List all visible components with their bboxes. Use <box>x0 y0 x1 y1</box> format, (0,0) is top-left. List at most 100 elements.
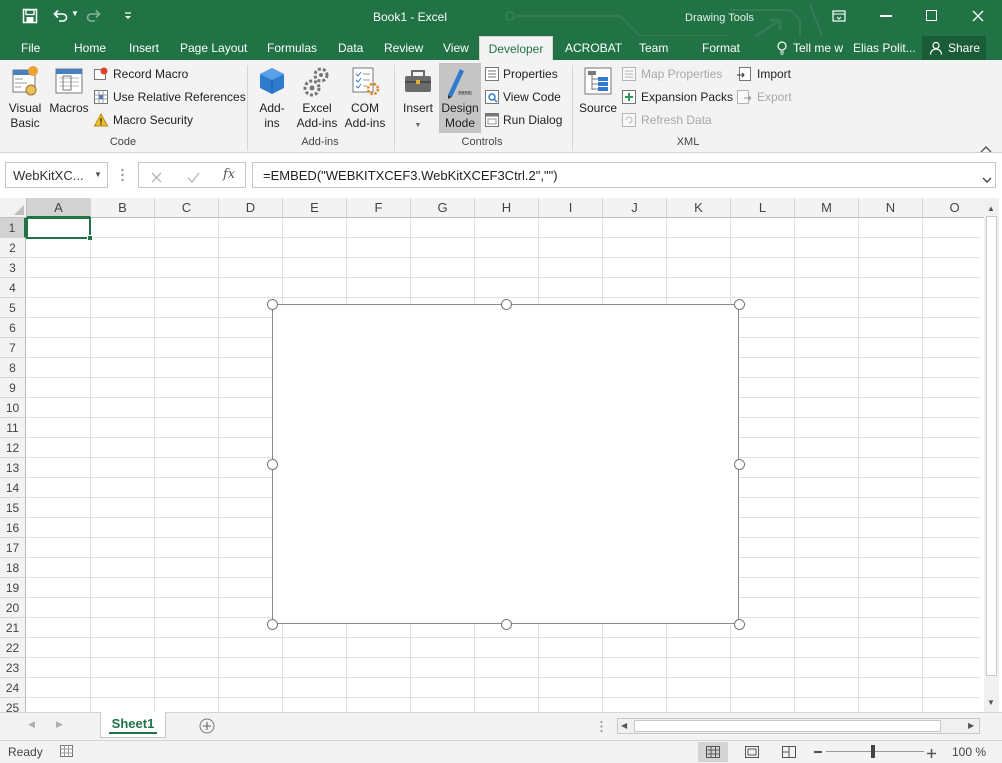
row-header[interactable]: 7 <box>0 338 26 358</box>
ribbon-display-options-icon[interactable] <box>832 9 846 23</box>
run-dialog-button[interactable]: Run Dialog <box>485 110 562 130</box>
tab-home[interactable]: Home <box>74 36 106 60</box>
row-header[interactable]: 20 <box>0 598 26 618</box>
resize-handle-bottom-left[interactable] <box>267 619 278 630</box>
row-header[interactable]: 3 <box>0 258 26 278</box>
scroll-left-icon[interactable]: ◀ <box>621 721 627 730</box>
column-header[interactable]: L <box>731 198 795 218</box>
tab-data[interactable]: Data <box>338 36 363 60</box>
properties-button[interactable]: Properties <box>485 64 558 84</box>
fill-handle[interactable] <box>87 235 93 241</box>
visual-basic-button[interactable]: Visual Basic <box>6 64 44 131</box>
column-header[interactable]: J <box>603 198 667 218</box>
name-box[interactable]: WebKitXC... ▼ <box>5 162 108 188</box>
save-icon[interactable] <box>22 8 38 24</box>
active-cell-a1[interactable] <box>26 217 91 239</box>
vertical-scroll-thumb[interactable] <box>986 216 997 676</box>
share-button[interactable]: Share <box>922 36 986 60</box>
worksheet-grid[interactable]: ABCDEFGHIJKLMNO 1 2 3 4 5 6 7 8 9 10 11 12 13 14 15 16 1… <box>0 198 1002 712</box>
scroll-right-icon[interactable]: ▶ <box>968 721 974 730</box>
horizontal-scrollbar[interactable]: ◀ ▶ <box>617 718 980 734</box>
row-header[interactable]: 19 <box>0 578 26 598</box>
column-header[interactable]: H <box>475 198 539 218</box>
view-code-button[interactable]: View Code <box>485 87 561 107</box>
row-header[interactable]: 11 <box>0 418 26 438</box>
formula-input[interactable]: =EMBED("WEBKITXCEF3.WebKitXCEF3Ctrl.2","… <box>252 162 996 188</box>
row-header[interactable]: 9 <box>0 378 26 398</box>
column-header[interactable]: K <box>667 198 731 218</box>
row-header[interactable]: 6 <box>0 318 26 338</box>
expand-formula-bar-icon[interactable] <box>982 171 992 183</box>
zoom-slider[interactable] <box>826 745 924 758</box>
horizontal-scroll-thumb[interactable] <box>634 720 941 732</box>
tell-me-box[interactable]: Tell me w <box>793 36 843 60</box>
tab-formulas[interactable]: Formulas <box>267 36 317 60</box>
cancel-icon[interactable] <box>151 170 162 183</box>
add-ins-button[interactable]: Add-ins <box>255 64 289 131</box>
tab-view[interactable]: View <box>443 36 469 60</box>
zoom-slider-thumb[interactable] <box>871 745 875 758</box>
tab-format[interactable]: Format <box>702 36 740 60</box>
row-header[interactable]: 2 <box>0 238 26 258</box>
row-header[interactable]: 23 <box>0 658 26 678</box>
scroll-sheets-right-icon[interactable]: ▶ <box>56 719 63 730</box>
resize-handle-top[interactable] <box>501 299 512 310</box>
import-button[interactable]: Import <box>737 64 791 84</box>
column-header[interactable]: G <box>411 198 475 218</box>
xml-source-button[interactable]: Source <box>578 64 618 116</box>
column-header[interactable]: M <box>795 198 859 218</box>
undo-dropdown-icon[interactable]: ▼ <box>71 9 79 18</box>
tab-review[interactable]: Review <box>384 36 423 60</box>
row-header[interactable]: 25 <box>0 698 26 712</box>
row-header[interactable]: 16 <box>0 518 26 538</box>
resize-handle-top-right[interactable] <box>734 299 745 310</box>
excel-add-ins-button[interactable]: Excel Add-ins <box>294 64 340 131</box>
row-header[interactable]: 5 <box>0 298 26 318</box>
resize-handle-top-left[interactable] <box>267 299 278 310</box>
insert-control-button[interactable]: Insert ▼ <box>400 64 436 133</box>
new-sheet-icon[interactable] <box>199 718 215 734</box>
column-header[interactable]: I <box>539 198 603 218</box>
sheet-tab-sheet1[interactable]: Sheet1 <box>100 712 166 738</box>
column-header[interactable]: C <box>155 198 219 218</box>
tab-acrobat[interactable]: ACROBAT <box>565 36 622 60</box>
page-layout-view-icon[interactable] <box>745 746 759 758</box>
row-header[interactable]: 22 <box>0 638 26 658</box>
select-all-corner[interactable] <box>0 198 27 218</box>
column-header[interactable]: D <box>219 198 283 218</box>
undo-icon[interactable] <box>52 8 68 24</box>
macro-recording-icon[interactable] <box>60 745 74 758</box>
macros-button[interactable]: Macros <box>48 64 90 116</box>
tab-insert[interactable]: Insert <box>129 36 159 60</box>
resize-handle-bottom[interactable] <box>501 619 512 630</box>
use-relative-references-button[interactable]: Use Relative References <box>94 87 246 107</box>
com-add-ins-button[interactable]: COM Add-ins <box>342 64 388 131</box>
page-break-preview-icon[interactable] <box>782 746 796 758</box>
resize-handle-bottom-right[interactable] <box>734 619 745 630</box>
collapse-ribbon-icon[interactable] <box>980 140 992 153</box>
column-header[interactable]: N <box>859 198 923 218</box>
row-header[interactable]: 21 <box>0 618 26 638</box>
record-macro-button[interactable]: Record Macro <box>94 64 188 84</box>
row-header[interactable]: 13 <box>0 458 26 478</box>
row-header[interactable]: 14 <box>0 478 26 498</box>
scroll-up-icon[interactable]: ▲ <box>987 204 995 213</box>
vertical-scrollbar[interactable]: ▲ ▼ <box>984 198 999 712</box>
tab-page-layout[interactable]: Page Layout <box>180 36 247 60</box>
scroll-sheets-left-icon[interactable]: ◀ <box>28 719 35 730</box>
enter-icon[interactable] <box>187 170 200 183</box>
minimize-icon[interactable] <box>880 15 892 17</box>
row-header[interactable]: 17 <box>0 538 26 558</box>
expansion-packs-button[interactable]: Expansion Packs <box>622 87 733 107</box>
design-mode-button[interactable]: Design Mode <box>439 63 481 133</box>
row-header[interactable]: 8 <box>0 358 26 378</box>
column-header[interactable]: B <box>91 198 155 218</box>
user-name[interactable]: Elias Polit... <box>853 36 916 60</box>
column-header[interactable]: O <box>923 198 987 218</box>
row-header[interactable]: 10 <box>0 398 26 418</box>
column-header[interactable]: A <box>27 198 91 218</box>
resize-handle-left[interactable] <box>267 459 278 470</box>
resize-handle-right[interactable] <box>734 459 745 470</box>
tab-developer[interactable]: Developer <box>479 36 553 61</box>
macro-security-button[interactable]: Macro Security <box>93 110 193 130</box>
